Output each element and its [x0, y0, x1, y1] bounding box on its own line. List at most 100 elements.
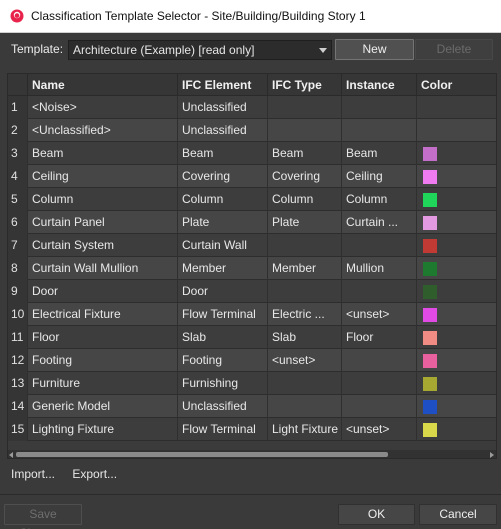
color-swatch[interactable] [423, 377, 437, 391]
cell-color[interactable] [417, 372, 496, 395]
cell-ifc-element[interactable]: Plate [178, 211, 268, 234]
table-row[interactable]: 10 Electrical Fixture Flow Terminal Electri… [8, 303, 496, 326]
table-row[interactable]: 5 Column Column Column Column [8, 188, 496, 211]
cell-instance[interactable] [342, 349, 417, 372]
cell-name[interactable]: Door [28, 280, 178, 303]
cell-color[interactable] [417, 119, 496, 142]
cell-instance[interactable]: Beam [342, 142, 417, 165]
cell-color[interactable] [417, 303, 496, 326]
import-link[interactable]: Import... [11, 467, 55, 481]
horizontal-scrollbar[interactable] [8, 450, 496, 458]
cell-instance[interactable]: Floor [342, 326, 417, 349]
column-header-ifc-element[interactable]: IFC Element [178, 74, 268, 96]
cell-instance[interactable]: Mullion [342, 257, 417, 280]
table-row[interactable]: 11 Floor Slab Slab Floor [8, 326, 496, 349]
cell-ifc-type[interactable]: Light Fixture [268, 418, 342, 441]
cell-name[interactable]: <Noise> [28, 96, 178, 119]
cell-color[interactable] [417, 349, 496, 372]
cell-instance[interactable]: <unset> [342, 303, 417, 326]
color-swatch[interactable] [423, 400, 437, 414]
table-row[interactable]: 13 Furniture Furnishing [8, 372, 496, 395]
cell-instance[interactable]: Curtain ... [342, 211, 417, 234]
table-row[interactable]: 7 Curtain System Curtain Wall [8, 234, 496, 257]
cell-color[interactable] [417, 96, 496, 119]
table-row[interactable]: 3 Beam Beam Beam Beam [8, 142, 496, 165]
cell-ifc-element[interactable]: Unclassified [178, 395, 268, 418]
cell-color[interactable] [417, 418, 496, 441]
ok-button[interactable]: OK [338, 504, 415, 525]
cell-ifc-element[interactable]: Unclassified [178, 119, 268, 142]
cell-color[interactable] [417, 280, 496, 303]
cell-ifc-type[interactable]: Column [268, 188, 342, 211]
cell-name[interactable]: <Unclassified> [28, 119, 178, 142]
cell-instance[interactable]: <unset> [342, 418, 417, 441]
cell-instance[interactable]: Column [342, 188, 417, 211]
save-changes-button[interactable]: Save Changes [4, 504, 82, 529]
cell-ifc-type[interactable] [268, 96, 342, 119]
cell-name[interactable]: Beam [28, 142, 178, 165]
cell-ifc-type[interactable]: Plate [268, 211, 342, 234]
cell-instance[interactable] [342, 395, 417, 418]
delete-template-button[interactable]: Delete [415, 39, 493, 60]
cell-name[interactable]: Footing [28, 349, 178, 372]
color-swatch[interactable] [423, 308, 437, 322]
cell-ifc-type[interactable] [268, 372, 342, 395]
color-swatch[interactable] [423, 262, 437, 276]
cell-ifc-type[interactable]: Electric ... [268, 303, 342, 326]
color-swatch[interactable] [423, 239, 437, 253]
color-swatch[interactable] [423, 193, 437, 207]
table-row[interactable]: 1 <Noise> Unclassified [8, 96, 496, 119]
cell-name[interactable]: Electrical Fixture [28, 303, 178, 326]
cell-instance[interactable] [342, 234, 417, 257]
scroll-right-arrow-icon[interactable] [490, 452, 494, 458]
cell-ifc-type[interactable]: Beam [268, 142, 342, 165]
table-row[interactable]: 2 <Unclassified> Unclassified [8, 119, 496, 142]
cell-instance[interactable] [342, 119, 417, 142]
cell-ifc-type[interactable]: Slab [268, 326, 342, 349]
cell-ifc-type[interactable] [268, 119, 342, 142]
cell-ifc-element[interactable]: Beam [178, 142, 268, 165]
color-swatch[interactable] [423, 331, 437, 345]
cell-instance[interactable]: Ceiling [342, 165, 417, 188]
table-row[interactable]: 8 Curtain Wall Mullion Member Member Mullion [8, 257, 496, 280]
cancel-button[interactable]: Cancel [419, 504, 497, 525]
cell-ifc-element[interactable]: Flow Terminal [178, 418, 268, 441]
color-swatch[interactable] [423, 285, 437, 299]
cell-name[interactable]: Curtain System [28, 234, 178, 257]
cell-color[interactable] [417, 142, 496, 165]
cell-color[interactable] [417, 211, 496, 234]
cell-color[interactable] [417, 395, 496, 418]
scrollbar-thumb[interactable] [16, 452, 388, 457]
cell-ifc-type[interactable] [268, 234, 342, 257]
cell-name[interactable]: Curtain Wall Mullion [28, 257, 178, 280]
cell-name[interactable]: Lighting Fixture [28, 418, 178, 441]
scroll-left-arrow-icon[interactable] [9, 452, 13, 458]
cell-name[interactable]: Curtain Panel [28, 211, 178, 234]
cell-name[interactable]: Floor [28, 326, 178, 349]
cell-ifc-element[interactable]: Member [178, 257, 268, 280]
cell-ifc-element[interactable]: Flow Terminal [178, 303, 268, 326]
color-swatch[interactable] [423, 354, 437, 368]
cell-ifc-element[interactable]: Slab [178, 326, 268, 349]
new-template-button[interactable]: New [335, 39, 414, 60]
cell-ifc-type[interactable]: Covering [268, 165, 342, 188]
cell-ifc-element[interactable]: Footing [178, 349, 268, 372]
cell-instance[interactable] [342, 280, 417, 303]
table-row[interactable]: 6 Curtain Panel Plate Plate Curtain ... [8, 211, 496, 234]
cell-ifc-type[interactable]: <unset> [268, 349, 342, 372]
cell-ifc-element[interactable]: Curtain Wall [178, 234, 268, 257]
column-header-name[interactable]: Name [28, 74, 178, 96]
color-swatch[interactable] [423, 170, 437, 184]
cell-color[interactable] [417, 257, 496, 280]
table-row[interactable]: 14 Generic Model Unclassified [8, 395, 496, 418]
cell-ifc-element[interactable]: Column [178, 188, 268, 211]
cell-instance[interactable] [342, 372, 417, 395]
cell-instance[interactable] [342, 96, 417, 119]
cell-ifc-element[interactable]: Furnishing [178, 372, 268, 395]
cell-ifc-element[interactable]: Covering [178, 165, 268, 188]
column-header-color[interactable]: Color [417, 74, 496, 96]
cell-ifc-type[interactable]: Member [268, 257, 342, 280]
cell-ifc-type[interactable] [268, 280, 342, 303]
color-swatch[interactable] [423, 216, 437, 230]
cell-name[interactable]: Furniture [28, 372, 178, 395]
